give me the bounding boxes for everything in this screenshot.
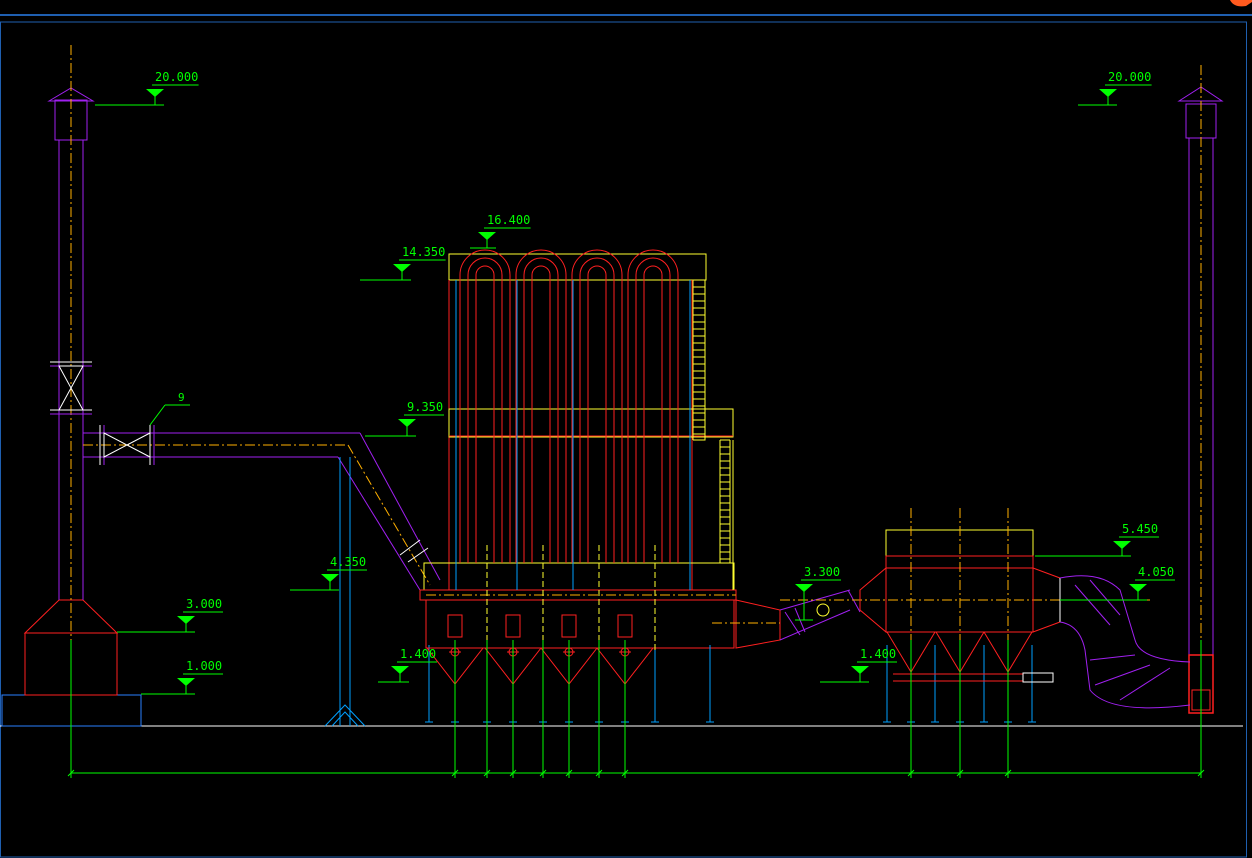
elevation-marker: 20.000 <box>95 70 199 106</box>
filter-bag-tube <box>467 257 503 563</box>
elevation-marker: 5.450 <box>1035 522 1159 557</box>
elevation-marker: 3.000 <box>117 597 223 633</box>
dimension-chain <box>67 640 1205 778</box>
elevation-marker: 1.000 <box>141 659 223 695</box>
bypass-duct <box>83 404 441 727</box>
outlet-duct <box>1059 575 1191 709</box>
elevation-value: 20.000 <box>155 70 198 84</box>
elevation-value: 16.400 <box>487 213 530 227</box>
elevation-marker: 4.050 <box>1060 565 1175 601</box>
elevation-marker: 14.350 <box>360 245 446 281</box>
elevation-value: 4.050 <box>1138 565 1174 579</box>
baghouse-hoppers <box>425 614 655 685</box>
drawing-border <box>0 21 1247 858</box>
filter-bag-tube <box>475 265 495 563</box>
bag-tubes <box>459 249 679 563</box>
access-ladders <box>692 279 731 563</box>
elevation-value: 3.000 <box>186 597 222 611</box>
elevation-value: 1.000 <box>186 659 222 673</box>
elevation-marker: 16.400 <box>470 213 531 249</box>
elevation-value: 14.350 <box>402 245 445 259</box>
filter-bag-tube <box>635 257 671 563</box>
filter-bag-tube <box>523 257 559 563</box>
elevation-marker: 1.400 <box>820 647 897 683</box>
filter-bag-tube <box>531 265 551 563</box>
cad-drawing-viewport[interactable]: 20.000 20.000 16.400 14.350 9.350 4.350 3.000 1… <box>0 0 1252 858</box>
elevation-marker: 4.350 <box>290 555 367 591</box>
elevation-marker: 1.400 <box>378 647 437 683</box>
elevation-value: 1.400 <box>860 647 896 661</box>
elevation-value: 4.350 <box>330 555 366 569</box>
hopper-door <box>447 614 463 638</box>
hopper-door <box>617 614 633 638</box>
filter-bag-tube <box>643 265 663 563</box>
elevation-value: 3.300 <box>804 565 840 579</box>
elevation-value: 5.450 <box>1122 522 1158 536</box>
elevation-drawing: 20.000 20.000 16.400 14.350 9.350 4.350 3.000 1… <box>0 21 1247 858</box>
elevation-marker: 3.300 <box>795 565 841 621</box>
elevation-marker: 20.000 <box>1078 70 1152 106</box>
baghouse-filter <box>419 253 737 649</box>
filter-bag-tube <box>579 257 615 563</box>
hopper-door <box>505 614 521 638</box>
filter-bag-tube <box>587 265 607 563</box>
elevation-value: 1.400 <box>400 647 436 661</box>
elevation-value: 9.350 <box>407 400 443 414</box>
valve-tag-label: 9 <box>178 391 185 404</box>
elevation-value: 20.000 <box>1108 70 1151 84</box>
hopper-door <box>561 614 577 638</box>
elevation-marker: 9.350 <box>365 400 444 437</box>
